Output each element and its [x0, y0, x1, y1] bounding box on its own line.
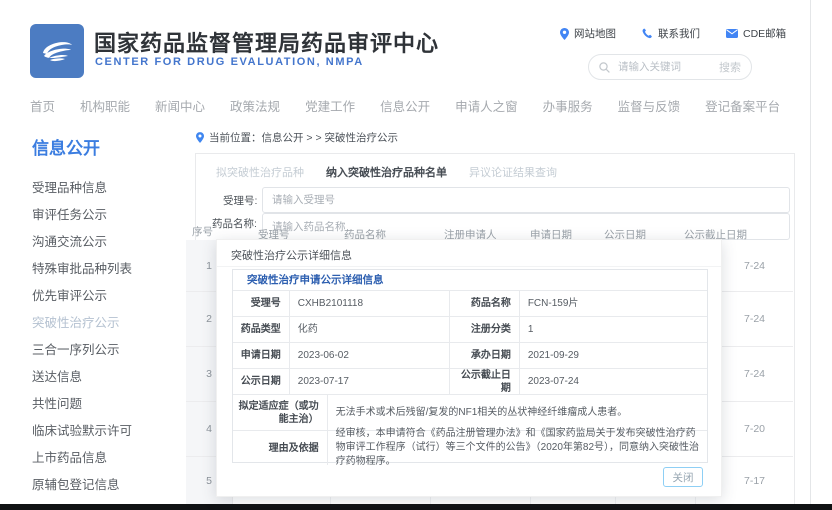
field-label: 注册分类 [450, 317, 520, 342]
sitemap-link-label: 网站地图 [574, 26, 616, 41]
nav-item-supervision[interactable]: 监督与反馈 [618, 96, 681, 115]
acceptance-no-label: 受理号: [223, 193, 257, 208]
field-label: 药品名称 [450, 291, 520, 316]
detail-row-indication: 拟定适应症（或功能主治） 无法手术或术后残留/复发的NF1相关的丛状神经纤维瘤成… [233, 395, 707, 431]
sidebar-item-accepted-varieties[interactable]: 受理品种信息 [32, 175, 182, 202]
table-header-no: 序号 [192, 224, 213, 239]
field-value: 2023-07-17 [290, 369, 450, 394]
field-label: 受理号 [233, 291, 290, 316]
tab-proposed-breakthrough[interactable]: 拟突破性治疗品种 [216, 164, 304, 180]
nav-item-news[interactable]: 新闻中心 [155, 96, 205, 115]
sidebar: 信息公开 受理品种信息 审评任务公示 沟通交流公示 特殊审批品种列表 优先审评公… [32, 134, 182, 499]
field-label: 公示截止日期 [450, 369, 520, 394]
sidebar-item-special-approval[interactable]: 特殊审批品种列表 [32, 256, 182, 283]
sidebar-item-marketed-drugs[interactable]: 上市药品信息 [32, 445, 182, 472]
sidebar-item-excipients[interactable]: 原辅包登记信息 [32, 472, 182, 499]
tabs: 拟突破性治疗品种 纳入突破性治疗品种名单 异议论证结果查询 [216, 164, 557, 180]
field-value: 化药 [290, 317, 450, 342]
drug-name-label: 药品名称: [212, 216, 257, 231]
detail-row: 药品类型 化药 注册分类 1 [233, 317, 707, 343]
field-value: 1 [520, 317, 707, 342]
header-quick-links: 网站地图 联系我们 CDE邮箱 [560, 26, 810, 41]
site-title: 国家药品监督管理局药品审评中心 [94, 26, 439, 58]
sidebar-item-review-tasks[interactable]: 审评任务公示 [32, 202, 182, 229]
row-deadline: 7-20 [744, 402, 765, 456]
nav-item-policy[interactable]: 政策法规 [230, 96, 280, 115]
sidebar-title: 信息公开 [32, 134, 182, 159]
nav-item-home[interactable]: 首页 [30, 96, 55, 115]
acceptance-no-input[interactable] [262, 187, 790, 213]
detail-section-title: 突破性治疗申请公示详细信息 [233, 270, 707, 291]
page-right-border [810, 0, 811, 504]
nav-item-functions[interactable]: 机构职能 [80, 96, 130, 115]
sidebar-item-priority-review[interactable]: 优先审评公示 [32, 283, 182, 310]
site-search: 搜索 [588, 54, 752, 80]
breadcrumb: 当前位置：信息公开 > > 突破性治疗公示 [196, 130, 398, 145]
field-value: 无法手术或术后残留/复发的NF1相关的丛状神经纤维瘤成人患者。 [328, 395, 707, 430]
breakthrough-detail-modal: 突破性治疗公示详细信息 突破性治疗申请公示详细信息 受理号 CXHB210111… [216, 239, 722, 497]
search-button[interactable]: 搜索 [719, 59, 741, 75]
detail-row: 申请日期 2023-06-02 承办日期 2021-09-29 [233, 343, 707, 369]
magnifier-icon [599, 62, 610, 73]
breadcrumb-text: 当前位置：信息公开 > > 突破性治疗公示 [209, 130, 398, 145]
footer-bar [0, 504, 832, 510]
detail-row: 受理号 CXHB2101118 药品名称 FCN-159片 [233, 291, 707, 317]
field-label: 申请日期 [233, 343, 290, 368]
main-nav: 首页 机构职能 新闻中心 政策法规 党建工作 信息公开 申请人之窗 办事服务 监… [30, 92, 800, 118]
tab-included-breakthrough-list[interactable]: 纳入突破性治疗品种名单 [326, 164, 447, 180]
field-label: 承办日期 [450, 343, 520, 368]
field-value: 2023-07-24 [520, 369, 707, 394]
detail-row: 公示日期 2023-07-17 公示截止日期 2023-07-24 [233, 369, 707, 395]
row-deadline: 7-24 [744, 347, 765, 401]
cde-logo-icon [30, 24, 84, 78]
detail-row-rationale: 理由及依据 经审核，本申请符合《药品注册管理办法》和《国家药监局关于发布突破性治… [233, 431, 707, 465]
nav-item-party[interactable]: 党建工作 [305, 96, 355, 115]
nav-item-registration-platform[interactable]: 登记备案平台 [705, 96, 780, 115]
field-label: 药品类型 [233, 317, 290, 342]
envelope-icon [726, 29, 738, 38]
cde-mail-link[interactable]: CDE邮箱 [726, 26, 786, 41]
cde-mail-link-label: CDE邮箱 [743, 26, 786, 41]
field-value: 2023-06-02 [290, 343, 450, 368]
contact-us-link[interactable]: 联系我们 [642, 26, 700, 41]
sidebar-item-three-in-one[interactable]: 三合一序列公示 [32, 337, 182, 364]
sidebar-item-breakthrough-therapy[interactable]: 突破性治疗公示 [32, 310, 182, 337]
breadcrumb-pin-icon [196, 132, 204, 143]
field-value: FCN-159片 [520, 291, 707, 316]
field-label: 理由及依据 [233, 431, 328, 465]
search-input[interactable] [616, 60, 719, 74]
field-label: 公示日期 [233, 369, 290, 394]
row-deadline: 7-24 [744, 292, 765, 346]
site-subtitle: CENTER FOR DRUG EVALUATION, NMPA [95, 56, 364, 68]
contact-us-link-label: 联系我们 [658, 26, 700, 41]
field-value: CXHB2101118 [290, 291, 450, 316]
close-button[interactable]: 关闭 [663, 467, 703, 487]
row-deadline: 7-17 [744, 457, 765, 505]
sidebar-item-clinical-trial-license[interactable]: 临床试验默示许可 [32, 418, 182, 445]
tab-objection-results[interactable]: 异议论证结果查询 [469, 164, 557, 180]
row-deadline: 7-24 [744, 240, 765, 291]
nav-item-services[interactable]: 办事服务 [543, 96, 593, 115]
field-value: 经审核，本申请符合《药品注册管理办法》和《国家药监局关于发布突破性治疗药物审评工… [328, 431, 707, 465]
sitemap-link[interactable]: 网站地图 [560, 26, 616, 41]
modal-title: 突破性治疗公示详细信息 [231, 247, 352, 263]
phone-icon [642, 28, 653, 39]
nav-item-applicant-window[interactable]: 申请人之窗 [455, 96, 518, 115]
sidebar-item-communication[interactable]: 沟通交流公示 [32, 229, 182, 256]
field-label: 拟定适应症（或功能主治） [233, 395, 328, 430]
detail-table: 突破性治疗申请公示详细信息 受理号 CXHB2101118 药品名称 FCN-1… [232, 269, 708, 463]
nav-item-info-disclosure[interactable]: 信息公开 [380, 96, 430, 115]
cde-website-page: 国家药品监督管理局药品审评中心 CENTER FOR DRUG EVALUATI… [0, 0, 832, 510]
sidebar-item-common-issues[interactable]: 共性问题 [32, 391, 182, 418]
location-pin-icon [560, 28, 569, 40]
field-value: 2021-09-29 [520, 343, 707, 368]
sidebar-item-delivery-info[interactable]: 送达信息 [32, 364, 182, 391]
